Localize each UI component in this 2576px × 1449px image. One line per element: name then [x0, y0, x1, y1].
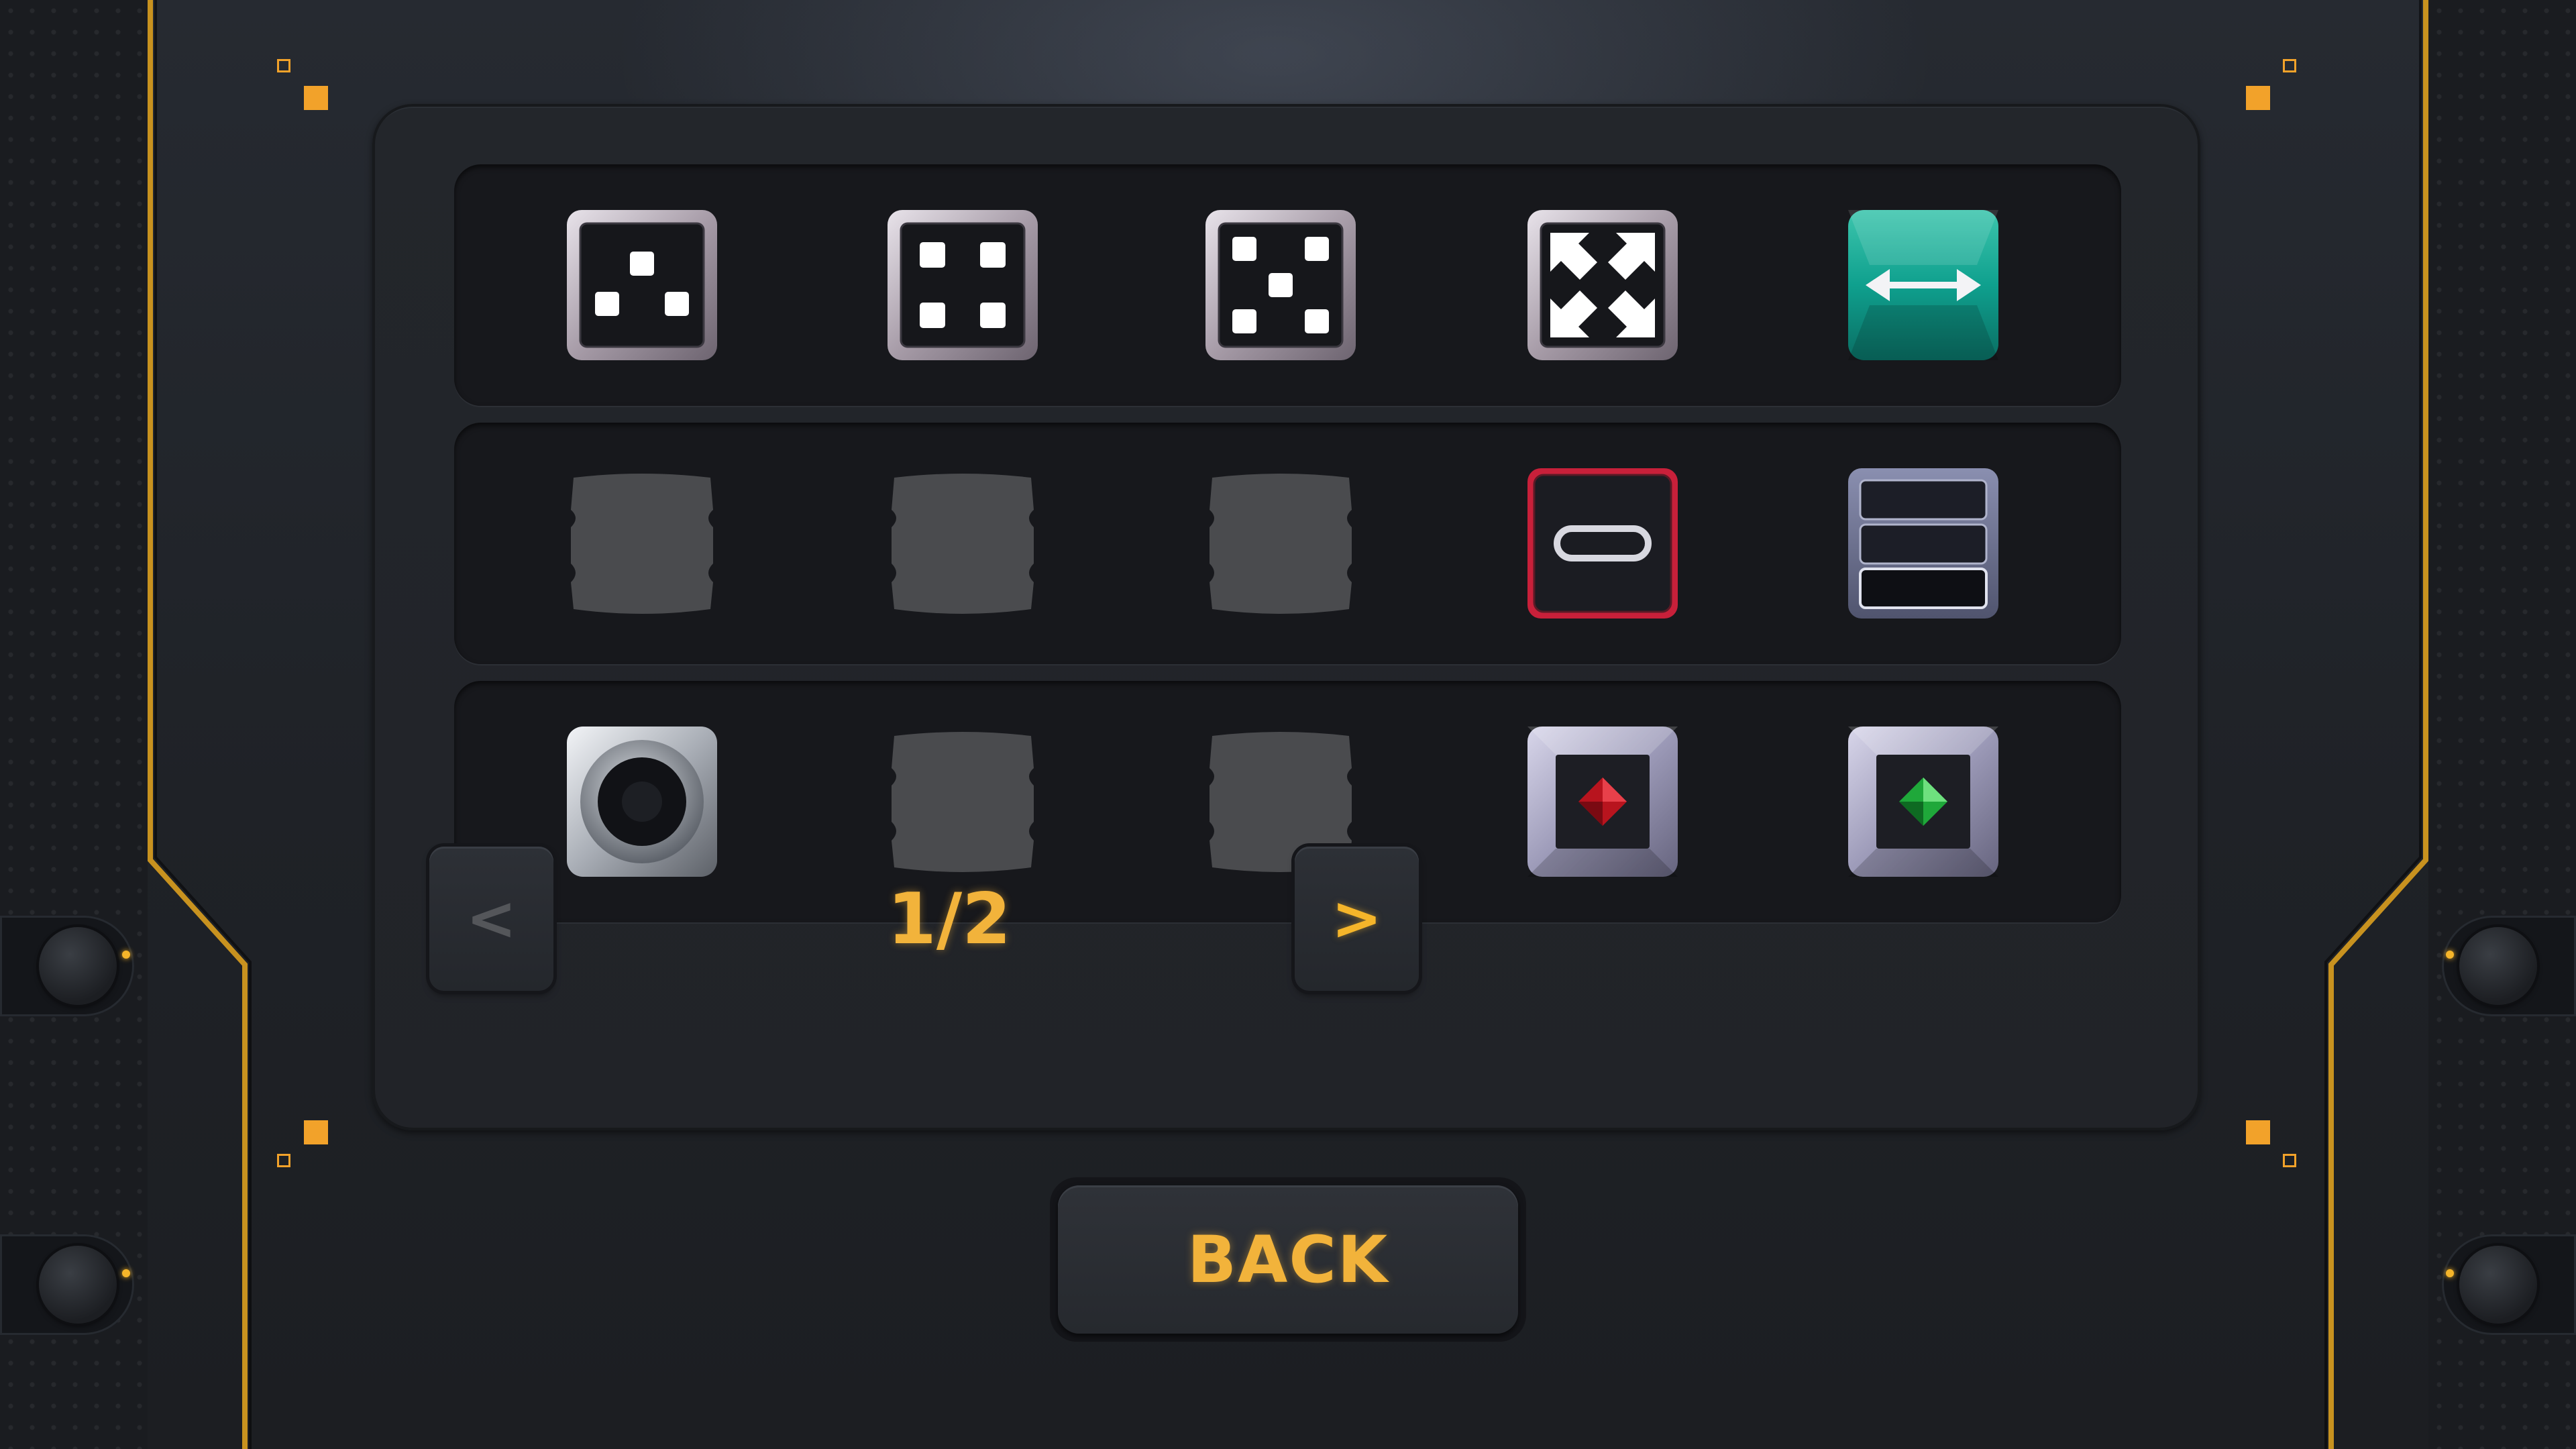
dice-four-icon: [888, 210, 1038, 360]
right-knob-lower: [2442, 1234, 2576, 1335]
locked-slot-icon: [892, 474, 1034, 614]
stacked-bars-icon: [1848, 468, 1998, 619]
next-page-button[interactable]: >: [1295, 847, 1419, 991]
right-knob-upper: [2442, 916, 2576, 1016]
tile-row-2: [454, 423, 2121, 664]
previous-page-button[interactable]: <: [429, 847, 553, 991]
locked-slot-icon: [1210, 474, 1352, 614]
dice-five-icon: [1205, 210, 1356, 360]
pill-slot-tile[interactable]: [1522, 463, 1683, 624]
expand-arrows-tile[interactable]: [1522, 205, 1683, 366]
back-button-frame: BACK: [1050, 1177, 1526, 1342]
dice-five-tile[interactable]: [1200, 205, 1361, 366]
locked-tile[interactable]: [882, 463, 1043, 624]
locked-slot-icon: [571, 474, 713, 614]
green-gem-tile[interactable]: [1843, 721, 2004, 882]
green-gem-icon: [1848, 727, 1998, 877]
dice-three-icon: [567, 210, 717, 360]
pill-slot-icon: [1527, 468, 1678, 619]
previous-page-label: <: [466, 883, 517, 954]
dice-four-tile[interactable]: [882, 205, 1043, 366]
red-gem-tile[interactable]: [1522, 721, 1683, 882]
locked-tile[interactable]: [882, 721, 1043, 882]
red-gem-icon: [1527, 727, 1678, 877]
page-indicator: 1/2: [887, 878, 1012, 960]
stacked-bars-tile[interactable]: [1843, 463, 2004, 624]
next-page-label: >: [1331, 883, 1383, 954]
tile-row-1: [454, 164, 2121, 406]
locked-tile[interactable]: [1200, 463, 1361, 624]
left-knob-upper: [0, 916, 134, 1016]
left-knob-lower: [0, 1234, 134, 1335]
dice-three-tile[interactable]: [561, 205, 722, 366]
locked-slot-icon: [892, 732, 1034, 872]
tile-row-3: [454, 681, 2121, 922]
skin-selection-panel: [372, 104, 2200, 1130]
back-button[interactable]: BACK: [1058, 1185, 1518, 1334]
metal-ring-tile[interactable]: [561, 721, 722, 882]
expand-arrows-icon: [1527, 210, 1678, 360]
metal-ring-icon: [567, 727, 717, 877]
locked-tile[interactable]: [561, 463, 722, 624]
game-screen: < 1/2 > BACK: [0, 0, 2576, 1449]
horizontal-arrow-tile[interactable]: [1843, 205, 2004, 366]
horizontal-double-arrow-icon: [1848, 210, 1998, 360]
